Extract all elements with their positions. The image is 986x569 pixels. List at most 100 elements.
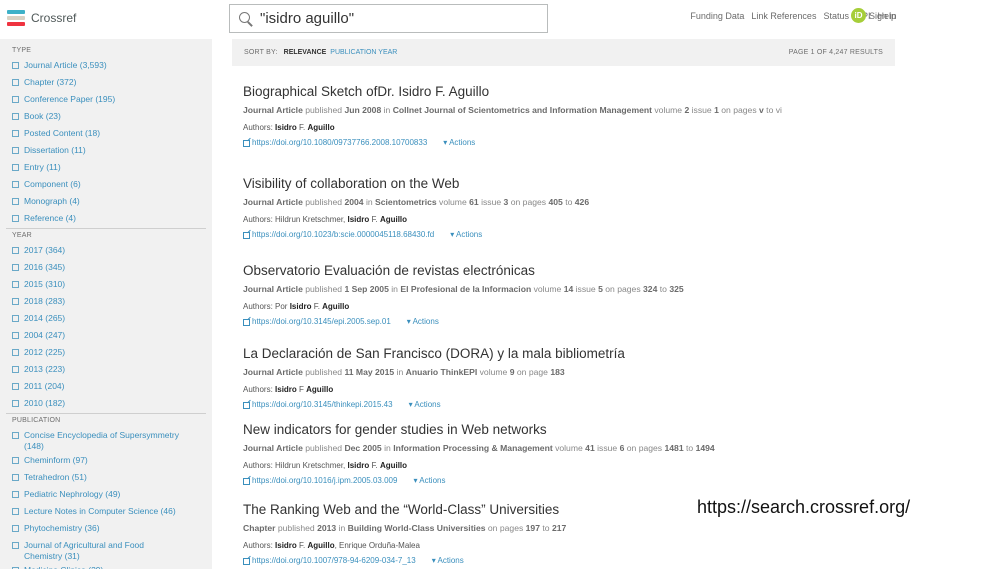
checkbox[interactable] — [12, 315, 19, 322]
search-query[interactable]: "isidro aguillo" — [260, 10, 354, 27]
checkbox[interactable] — [12, 264, 19, 271]
checkbox[interactable] — [12, 164, 19, 171]
year-facet-item[interactable]: 2010 (182) — [0, 395, 212, 412]
facet-label: Chapter (372) — [24, 77, 77, 87]
actions-menu[interactable]: ▾ Actions — [443, 138, 475, 148]
actions-menu[interactable]: ▾ Actions — [407, 317, 439, 327]
type-facet-item[interactable]: Dissertation (11) — [0, 142, 212, 159]
facet-label: Book (23) — [24, 111, 61, 121]
checkbox[interactable] — [12, 457, 19, 464]
year-facet-item[interactable]: 2018 (283) — [0, 293, 212, 310]
publication-facet-item[interactable]: Journal of Agricultural and Food Chemist… — [0, 537, 212, 562]
facet-label: Journal Article (3,593) — [24, 60, 107, 70]
year-facet-item[interactable]: 2016 (345) — [0, 259, 212, 276]
facet-label: 2018 (283) — [24, 296, 66, 306]
checkbox[interactable] — [12, 474, 19, 481]
type-facet-item[interactable]: Chapter (372) — [0, 74, 212, 91]
result-authors: Authors: Isidro F. Aguillo — [243, 123, 335, 132]
publication-facet-item[interactable]: Phytochemistry (36) — [0, 520, 212, 537]
type-facet-item[interactable]: Monograph (4) — [0, 193, 212, 210]
type-facet-item[interactable]: Posted Content (18) — [0, 125, 212, 142]
publication-facet-item[interactable]: Cheminform (97) — [0, 452, 212, 469]
checkbox[interactable] — [12, 542, 19, 549]
facet-label: Conference Paper (195) — [24, 94, 116, 104]
facet-label: 2012 (225) — [24, 347, 66, 357]
sign-in-link[interactable]: Sign in — [869, 11, 897, 21]
type-facet-item[interactable]: Component (6) — [0, 176, 212, 193]
nav-funding-data[interactable]: Funding Data — [690, 11, 744, 21]
divider — [6, 413, 206, 414]
result-title[interactable]: Biographical Sketch ofDr. Isidro F. Agui… — [243, 83, 895, 100]
doi-link[interactable]: https://doi.org/10.1007/978-94-6209-034-… — [252, 556, 416, 566]
checkbox[interactable] — [12, 79, 19, 86]
sort-relevance[interactable]: RELEVANCE — [284, 49, 327, 56]
checkbox[interactable] — [12, 198, 19, 205]
type-facet-item[interactable]: Book (23) — [0, 108, 212, 125]
type-facet-item[interactable]: Entry (11) — [0, 159, 212, 176]
checkbox[interactable] — [12, 62, 19, 69]
sort-bar: SORT BY: RELEVANCE PUBLICATION YEAR PAGE… — [232, 39, 895, 66]
doi-link[interactable]: https://doi.org/10.3145/thinkepi.2015.43 — [252, 400, 393, 410]
year-facet-item[interactable]: 2013 (223) — [0, 361, 212, 378]
checkbox[interactable] — [12, 215, 19, 222]
type-facet-item[interactable]: Reference (4) — [0, 210, 212, 227]
facet-label: Pediatric Nephrology (49) — [24, 489, 121, 499]
type-facet-item[interactable]: Conference Paper (195) — [0, 91, 212, 108]
checkbox[interactable] — [12, 400, 19, 407]
result-meta: Journal Article published Dec 2005 in In… — [243, 443, 715, 453]
checkbox[interactable] — [12, 491, 19, 498]
checkbox[interactable] — [12, 181, 19, 188]
nav-link-references[interactable]: Link References — [751, 11, 816, 21]
checkbox[interactable] — [12, 281, 19, 288]
result-authors: Authors: Hildrun Kretschmer, Isidro F. A… — [243, 215, 408, 224]
doi-link[interactable]: https://doi.org/10.1080/09737766.2008.10… — [252, 138, 427, 148]
result-title[interactable]: New indicators for gender studies in Web… — [243, 421, 895, 438]
actions-menu[interactable]: ▾ Actions — [450, 230, 482, 240]
actions-menu[interactable]: ▾ Actions — [432, 556, 464, 566]
checkbox[interactable] — [12, 432, 19, 439]
facet-label: 2014 (265) — [24, 313, 66, 323]
checkbox[interactable] — [12, 525, 19, 532]
facet-label: Phytochemistry (36) — [24, 523, 100, 533]
checkbox[interactable] — [12, 332, 19, 339]
crossref-logo[interactable]: Crossref — [7, 7, 157, 29]
result-title[interactable]: La Declaración de San Francisco (DORA) y… — [243, 345, 895, 362]
checkbox[interactable] — [12, 96, 19, 103]
nav-status[interactable]: Status — [823, 11, 849, 21]
facet-heading-publication: PUBLICATION — [12, 417, 61, 424]
orcid-icon[interactable]: iD — [851, 8, 866, 23]
result-meta: Journal Article published 2004 in Scient… — [243, 197, 590, 207]
publication-facet-item[interactable]: Medicina Clinica (29) — [0, 562, 212, 569]
publication-facet-item[interactable]: Tetrahedron (51) — [0, 469, 212, 486]
actions-menu[interactable]: ▾ Actions — [409, 400, 441, 410]
result-title[interactable]: Observatorio Evaluación de revistas elec… — [243, 262, 895, 279]
search-input[interactable]: "isidro aguillo" — [229, 4, 548, 33]
year-facet-item[interactable]: 2015 (310) — [0, 276, 212, 293]
actions-menu[interactable]: ▾ Actions — [413, 476, 445, 486]
checkbox[interactable] — [12, 508, 19, 515]
doi-link[interactable]: https://doi.org/10.3145/epi.2005.sep.01 — [252, 317, 391, 327]
publication-facet-item[interactable]: Concise Encyclopedia of Supersymmetry (1… — [0, 427, 212, 452]
year-facet-item[interactable]: 2014 (265) — [0, 310, 212, 327]
type-facet-item[interactable]: Journal Article (3,593) — [0, 57, 212, 74]
checkbox[interactable] — [12, 247, 19, 254]
checkbox[interactable] — [12, 147, 19, 154]
result-item: La Declaración de San Francisco (DORA) y… — [232, 345, 895, 410]
doi-link[interactable]: https://doi.org/10.1016/j.ipm.2005.03.00… — [252, 476, 397, 486]
checkbox[interactable] — [12, 130, 19, 137]
year-facet-item[interactable]: 2011 (204) — [0, 378, 212, 395]
result-title[interactable]: Visibility of collaboration on the Web — [243, 175, 895, 192]
checkbox[interactable] — [12, 298, 19, 305]
checkbox[interactable] — [12, 366, 19, 373]
publication-facet-item[interactable]: Lecture Notes in Computer Science (46) — [0, 503, 212, 520]
year-facet-item[interactable]: 2017 (364) — [0, 242, 212, 259]
publication-facet-item[interactable]: Pediatric Nephrology (49) — [0, 486, 212, 503]
checkbox[interactable] — [12, 113, 19, 120]
page-info: PAGE 1 OF 4,247 RESULTS — [788, 49, 883, 56]
sort-publication-year[interactable]: PUBLICATION YEAR — [330, 49, 397, 56]
doi-link[interactable]: https://doi.org/10.1023/b:scie.000004511… — [252, 230, 434, 240]
year-facet-item[interactable]: 2012 (225) — [0, 344, 212, 361]
checkbox[interactable] — [12, 383, 19, 390]
year-facet-item[interactable]: 2004 (247) — [0, 327, 212, 344]
checkbox[interactable] — [12, 349, 19, 356]
